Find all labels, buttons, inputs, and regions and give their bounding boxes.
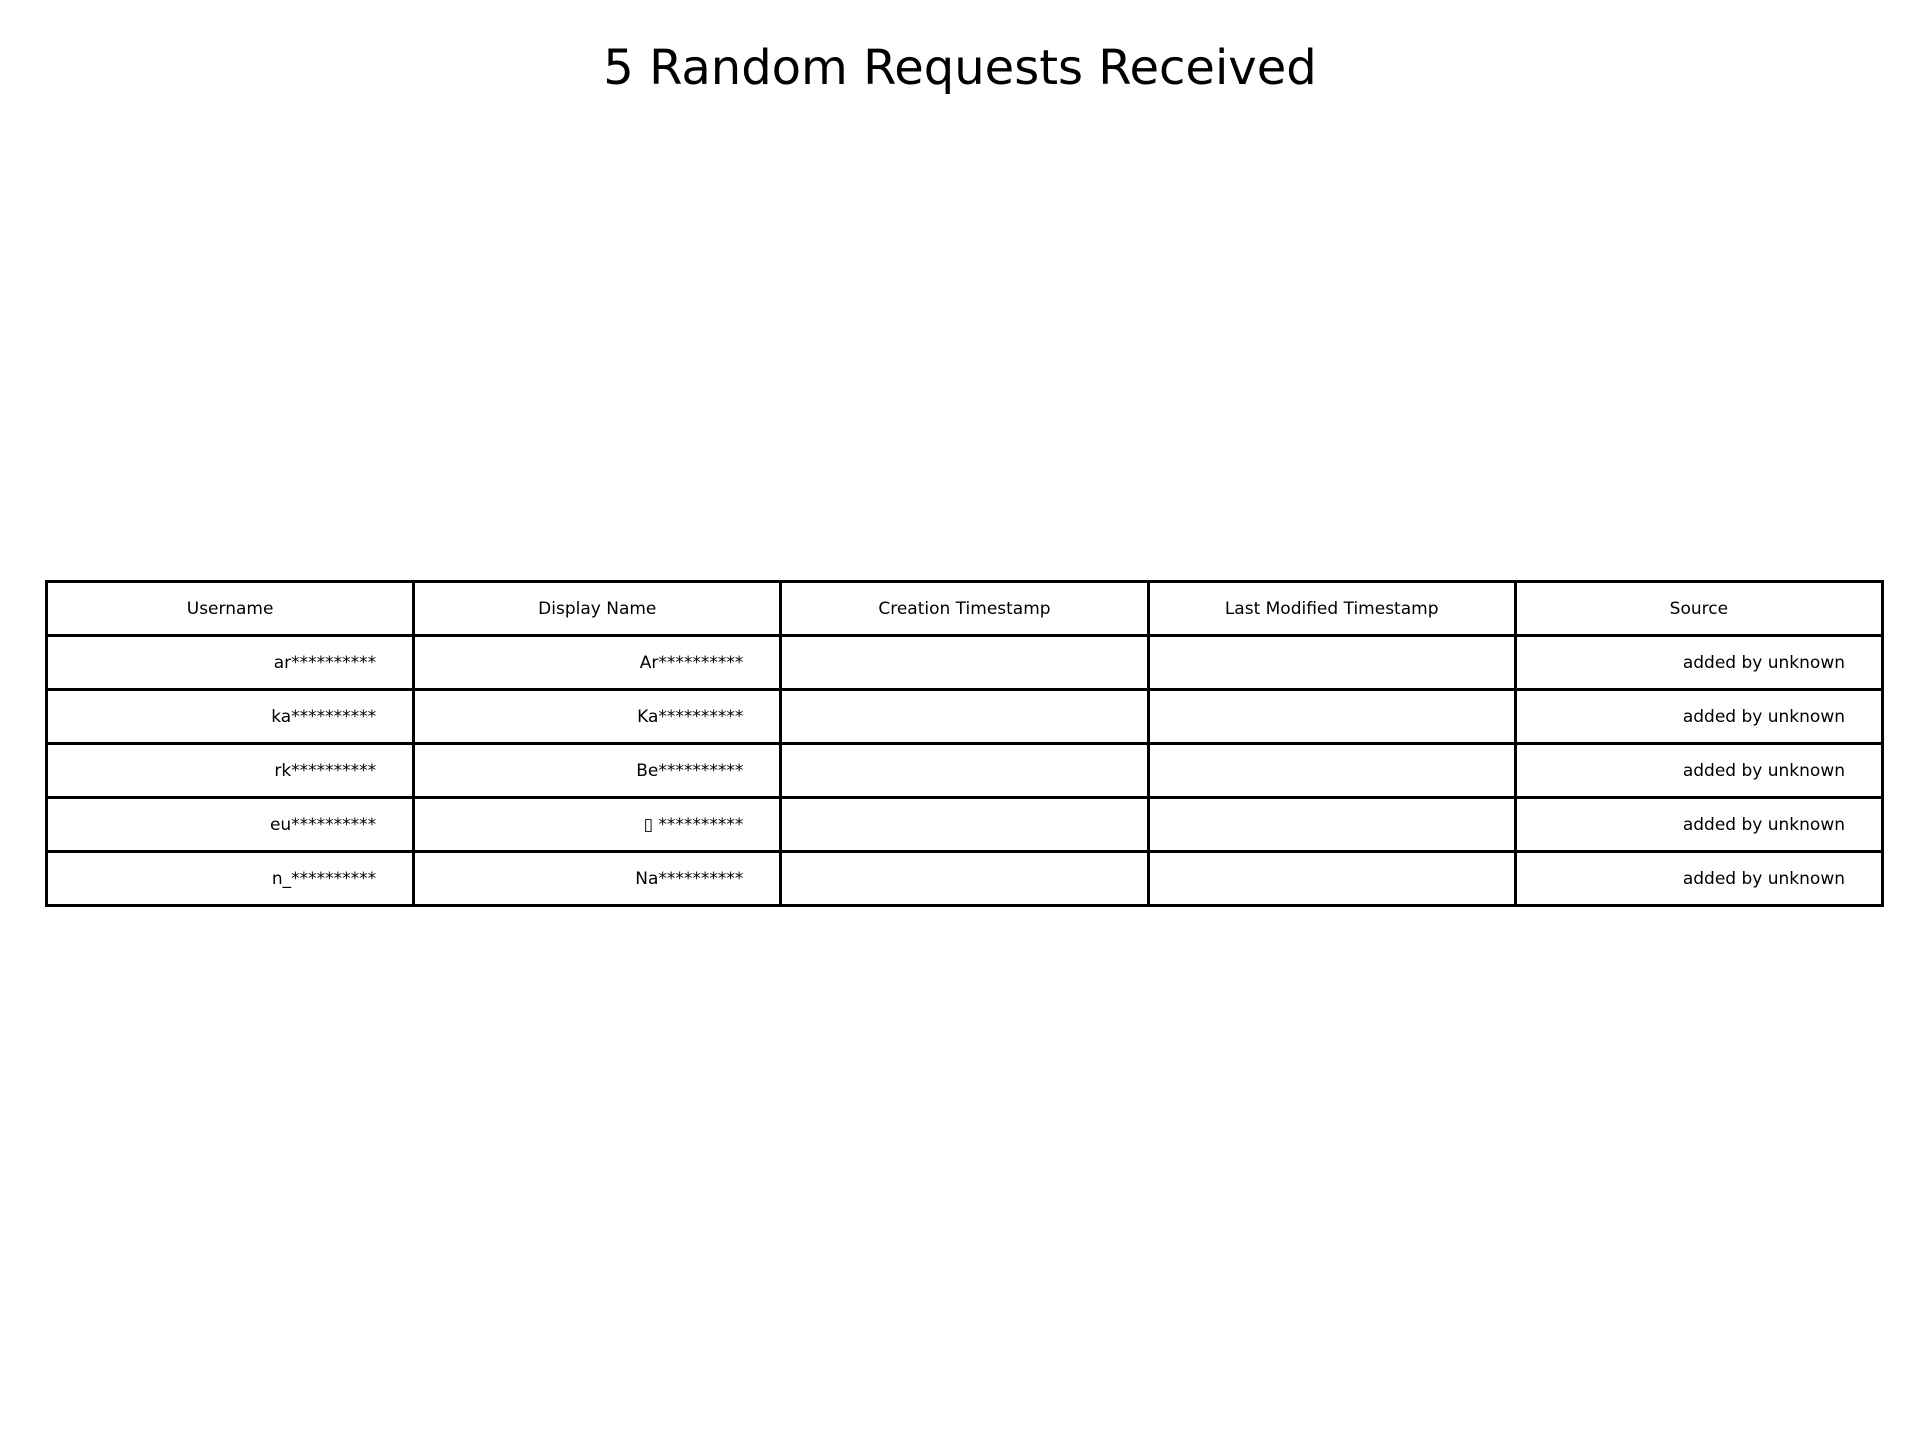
- cell-creation-timestamp: [779, 796, 1150, 853]
- cell-username: rk**********: [44, 742, 416, 799]
- column-header-username: Username: [44, 580, 416, 637]
- cell-display-name: Na**********: [412, 850, 783, 907]
- cell-display-name: Ka**********: [412, 688, 783, 745]
- cell-display-name: Ar**********: [412, 634, 783, 691]
- column-header-last-modified-timestamp: Last Modified Timestamp: [1146, 580, 1517, 637]
- cell-source: added by unknown: [1513, 742, 1885, 799]
- cell-creation-timestamp: [779, 742, 1150, 799]
- column-header-display-name: Display Name: [412, 580, 783, 637]
- cell-creation-timestamp: [779, 634, 1150, 691]
- cell-source: added by unknown: [1513, 796, 1885, 853]
- cell-username: n_**********: [44, 850, 416, 907]
- table-row: ar********** Ar********** added by unkno…: [44, 634, 1885, 691]
- table-row: n_********** Na********** added by unkno…: [44, 850, 1885, 907]
- cell-last-modified-timestamp: [1146, 850, 1517, 907]
- chart-title: 5 Random Requests Received: [603, 40, 1317, 96]
- table-row: eu********** ▯ ********** added by unkno…: [44, 796, 1885, 853]
- requests-table: Username Display Name Creation Timestamp…: [44, 580, 1885, 907]
- cell-last-modified-timestamp: [1146, 796, 1517, 853]
- cell-source: added by unknown: [1513, 850, 1885, 907]
- cell-creation-timestamp: [779, 688, 1150, 745]
- column-header-creation-timestamp: Creation Timestamp: [779, 580, 1150, 637]
- cell-last-modified-timestamp: [1146, 688, 1517, 745]
- cell-username: eu**********: [44, 796, 416, 853]
- cell-username: ka**********: [44, 688, 416, 745]
- table-row: ka********** Ka********** added by unkno…: [44, 688, 1885, 745]
- cell-creation-timestamp: [779, 850, 1150, 907]
- table-row: rk********** Be********** added by unkno…: [44, 742, 1885, 799]
- table-header-row: Username Display Name Creation Timestamp…: [44, 580, 1885, 637]
- column-header-source: Source: [1513, 580, 1885, 637]
- cell-display-name: Be**********: [412, 742, 783, 799]
- cell-source: added by unknown: [1513, 634, 1885, 691]
- cell-last-modified-timestamp: [1146, 742, 1517, 799]
- cell-display-name: ▯ **********: [412, 796, 783, 853]
- cell-last-modified-timestamp: [1146, 634, 1517, 691]
- cell-source: added by unknown: [1513, 688, 1885, 745]
- cell-username: ar**********: [44, 634, 416, 691]
